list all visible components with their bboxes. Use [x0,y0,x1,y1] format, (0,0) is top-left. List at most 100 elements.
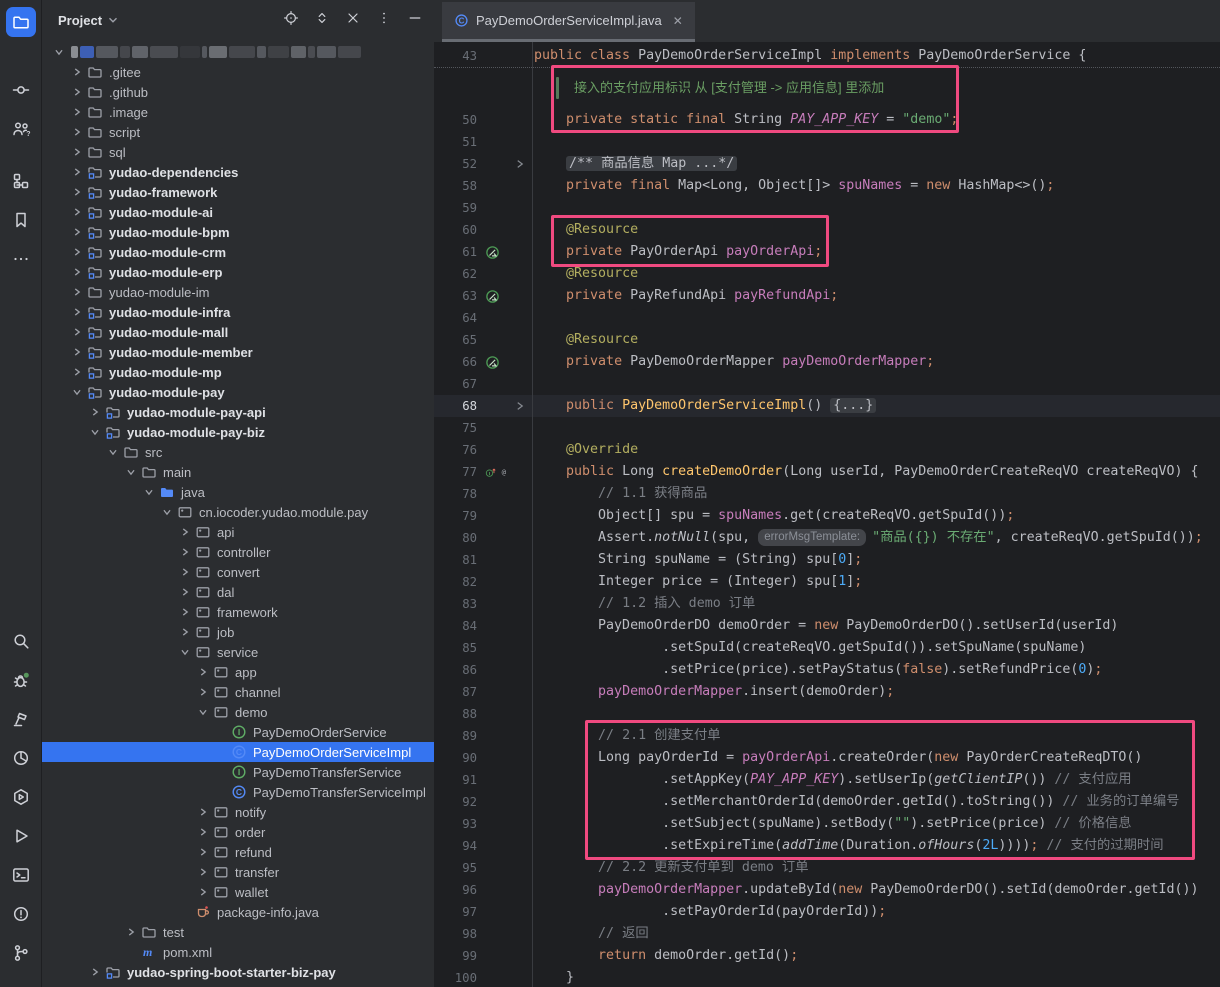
code-line-63[interactable]: 63 private PayRefundApi payRefundApi; [434,285,1220,307]
chevron-right-icon[interactable] [86,965,103,979]
tree-item-api[interactable]: api [42,522,434,542]
tree-item-cn.iocoder.yudao.module.pay[interactable]: cn.iocoder.yudao.module.pay [42,502,434,522]
code-editor[interactable]: 43public class PayDemoOrderServiceImpl i… [434,42,1220,987]
tree-item-script[interactable]: script [42,122,434,142]
tree-item-controller[interactable]: controller [42,542,434,562]
code-line-43[interactable]: 43public class PayDemoOrderServiceImpl i… [434,45,1220,67]
code-line-93[interactable]: 93 .setSubject(spuName).setBody("").setP… [434,813,1220,835]
chevron-right-icon[interactable] [176,565,193,579]
tree-item-yudao-dependencies[interactable]: yudao-dependencies [42,162,434,182]
tree-item-yudao-spring-boot-starter-biz-pay[interactable]: yudao-spring-boot-starter-biz-pay [42,962,434,982]
code-line-83[interactable]: 83 // 1.2 插入 demo 订单 [434,593,1220,615]
chevron-down-icon[interactable] [50,45,67,59]
close-button[interactable] [344,11,362,29]
tree-item-.github[interactable]: .github [42,82,434,102]
fold-chevron-icon[interactable] [508,153,532,175]
chevron-right-icon[interactable] [194,885,211,899]
tree-item-transfer[interactable]: transfer [42,862,434,882]
hide-button[interactable] [406,11,424,29]
tree-item-framework[interactable]: framework [42,602,434,622]
tree-item-yudao-module-im[interactable]: yudao-module-im [42,282,434,302]
tree-item-src[interactable]: src [42,442,434,462]
chevron-down-icon[interactable] [68,385,85,399]
chevron-right-icon[interactable] [68,285,85,299]
select-opened-file-button[interactable] [282,11,300,29]
code-line-66[interactable]: 66 private PayDemoOrderMapper payDemoOrd… [434,351,1220,373]
tree-item-channel[interactable]: channel [42,682,434,702]
chevron-down-icon[interactable] [176,645,193,659]
tree-item-order[interactable]: order [42,822,434,842]
tree-item-yudao-module-pay[interactable]: yudao-module-pay [42,382,434,402]
tree-item-wallet[interactable]: wallet [42,882,434,902]
implements-gutter-icon[interactable]: I@ [482,461,508,483]
chevron-right-icon[interactable] [68,205,85,219]
commit-button[interactable] [6,75,36,105]
code-line-65[interactable]: 65 @Resource [434,329,1220,351]
chevron-right-icon[interactable] [68,325,85,339]
tree-item-java[interactable]: java [42,482,434,502]
tree-item-paydemotransferserviceimpl[interactable]: CPayDemoTransferServiceImpl [42,782,434,802]
code-line-82[interactable]: 82 Integer price = (Integer) spu[1]; [434,571,1220,593]
code-line-84[interactable]: 84 PayDemoOrderDO demoOrder = new PayDem… [434,615,1220,637]
code-line-88[interactable]: 88 [434,703,1220,725]
code-line-100[interactable]: 100 } [434,967,1220,987]
search-button[interactable] [6,626,36,656]
chevron-right-icon[interactable] [194,825,211,839]
profiler-button[interactable] [6,743,36,773]
project-panel-title[interactable]: Project [58,13,120,28]
tree-item-yudao-module-member[interactable]: yudao-module-member [42,342,434,362]
chevron-down-icon[interactable] [158,505,175,519]
code-line-64[interactable]: 64 [434,307,1220,329]
chevron-right-icon[interactable] [176,625,193,639]
chevron-down-icon[interactable] [122,465,139,479]
code-line-94[interactable]: 94 .setExpireTime(addTime(Duration.ofHou… [434,835,1220,857]
chevron-right-icon[interactable] [68,365,85,379]
tree-item-job[interactable]: job [42,622,434,642]
autowired-gutter-icon[interactable] [482,241,508,263]
code-line-61[interactable]: 61 private PayOrderApi payOrderApi; [434,241,1220,263]
chevron-right-icon[interactable] [176,605,193,619]
build-button[interactable] [6,704,36,734]
chevron-right-icon[interactable] [194,665,211,679]
chevron-down-icon[interactable] [86,425,103,439]
chevron-right-icon[interactable] [122,925,139,939]
tree-item-.gitee[interactable]: .gitee [42,62,434,82]
chevron-right-icon[interactable] [194,805,211,819]
tree-item-yudao-module-mp[interactable]: yudao-module-mp [42,362,434,382]
chevron-right-icon[interactable] [68,125,85,139]
tree-item-yudao-module-ai[interactable]: yudao-module-ai [42,202,434,222]
chevron-right-icon[interactable] [176,545,193,559]
services-button[interactable] [6,782,36,812]
more-tools-button[interactable] [6,244,36,274]
chevron-right-icon[interactable] [68,185,85,199]
tree-item-yudao-module-mall[interactable]: yudao-module-mall [42,322,434,342]
code-line-85[interactable]: 85 .setSpuId(createReqVO.getSpuId()).set… [434,637,1220,659]
code-line-92[interactable]: 92 .setMerchantOrderId(demoOrder.getId()… [434,791,1220,813]
tree-item-app[interactable]: app [42,662,434,682]
tree-item-yudao-module-infra[interactable]: yudao-module-infra [42,302,434,322]
tree-item-convert[interactable]: convert [42,562,434,582]
tree-item-paydemotransferservice[interactable]: IPayDemoTransferService [42,762,434,782]
code-line-68[interactable]: 68 public PayDemoOrderServiceImpl() {...… [434,395,1220,417]
tree-item-demo[interactable]: demo [42,702,434,722]
code-line-80[interactable]: 80 Assert.notNull(spu, errorMsgTemplate:… [434,527,1220,549]
problems-button[interactable] [6,899,36,929]
code-line-75[interactable]: 75 [434,417,1220,439]
tree-item-pom.xml[interactable]: mpom.xml [42,942,434,962]
tree-item-package-info.java[interactable]: package-info.java [42,902,434,922]
terminal-button[interactable] [6,860,36,890]
code-line-89[interactable]: 89 // 2.1 创建支付单 [434,725,1220,747]
code-line-79[interactable]: 79 Object[] spu = spuNames.get(createReq… [434,505,1220,527]
tree-item-.image[interactable]: .image [42,102,434,122]
chevron-right-icon[interactable] [68,245,85,259]
code-line-58[interactable]: 58 private final Map<Long, Object[]> spu… [434,175,1220,197]
chevron-right-icon[interactable] [176,585,193,599]
tree-item-yudao-module-erp[interactable]: yudao-module-erp [42,262,434,282]
code-line-67[interactable]: 67 [434,373,1220,395]
code-line-76[interactable]: 76 @Override [434,439,1220,461]
chevron-right-icon[interactable] [86,405,103,419]
chevron-right-icon[interactable] [68,105,85,119]
tree-item-notify[interactable]: notify [42,802,434,822]
chevron-right-icon[interactable] [68,345,85,359]
tree-item-paydemoorderservice[interactable]: IPayDemoOrderService [42,722,434,742]
